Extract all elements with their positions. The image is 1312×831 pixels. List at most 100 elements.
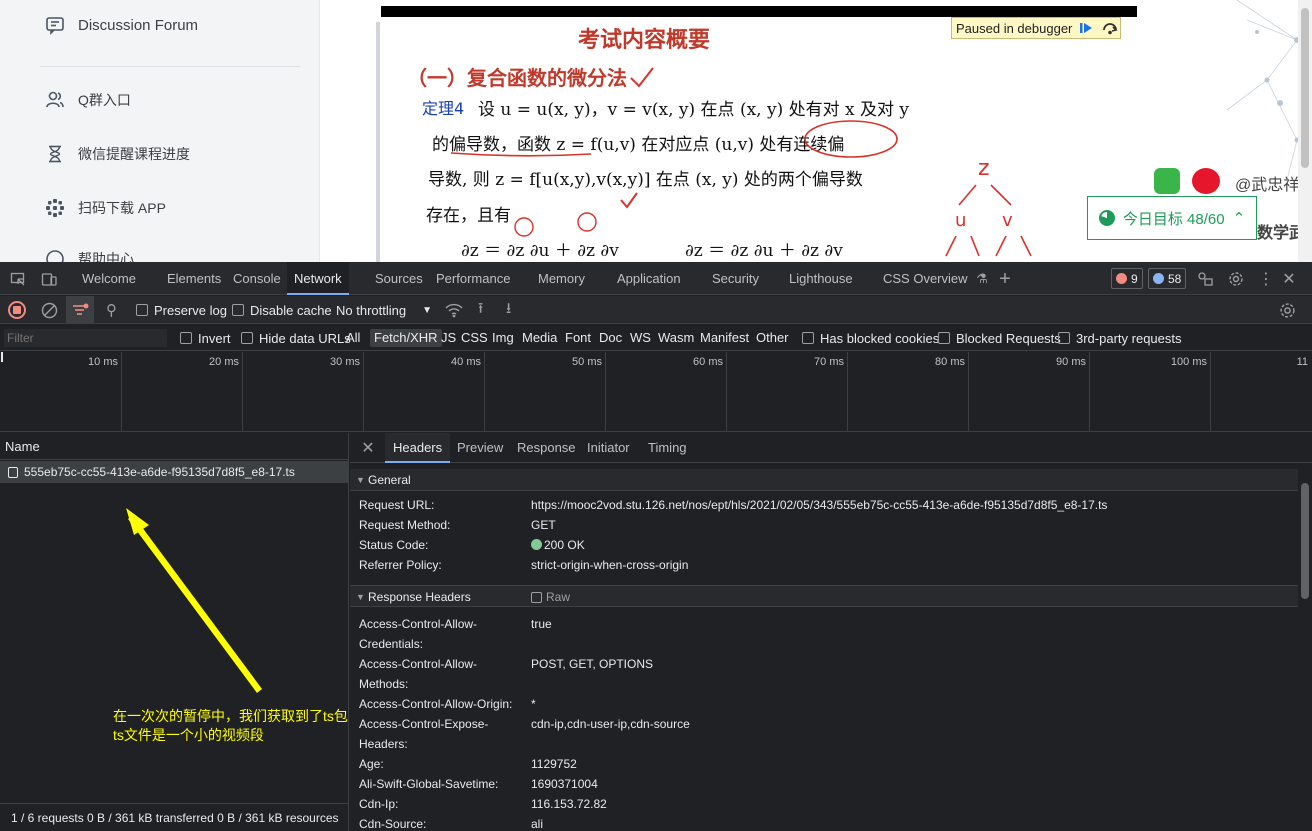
inspect-element-icon[interactable] bbox=[9, 270, 27, 288]
slide-scrollbar[interactable] bbox=[376, 22, 380, 262]
search-icon[interactable]: ⚲ bbox=[106, 296, 117, 324]
page-scrollbar[interactable] bbox=[1298, 0, 1312, 262]
settings-gear-icon[interactable] bbox=[1227, 270, 1245, 288]
scroll-thumb[interactable] bbox=[1301, 8, 1309, 168]
header-key: Access-Control-Allow- Credentials: bbox=[359, 614, 477, 654]
general-section-header[interactable]: ▼ General bbox=[350, 469, 1298, 491]
tab-response[interactable]: Response bbox=[509, 433, 584, 463]
tab-initiator[interactable]: Initiator bbox=[579, 433, 638, 463]
group-icon bbox=[44, 89, 66, 111]
tab-security[interactable]: Security bbox=[705, 262, 766, 295]
details-scrollbar[interactable] bbox=[1298, 471, 1312, 831]
sidebar-item-help[interactable]: 帮助中心 bbox=[44, 248, 134, 262]
tab-preview[interactable]: Preview bbox=[449, 433, 511, 463]
filter-type-doc[interactable]: Doc bbox=[595, 329, 626, 347]
raw-checkbox[interactable]: Raw bbox=[531, 586, 570, 608]
scroll-thumb[interactable] bbox=[1301, 483, 1309, 599]
tab-timing[interactable]: Timing bbox=[640, 433, 695, 463]
message-count-badge[interactable]: 58 bbox=[1148, 268, 1187, 289]
sidebar-item-discussion[interactable]: Discussion Forum bbox=[44, 14, 198, 36]
disable-cache-label: Disable cache bbox=[250, 302, 332, 318]
header-value: strict-origin-when-cross-origin bbox=[531, 558, 689, 572]
timeline-tick-label: 80 ms bbox=[935, 356, 965, 368]
blocked-requests-checkbox[interactable]: Blocked Requests bbox=[938, 325, 1061, 351]
checkbox-icon bbox=[232, 304, 244, 316]
checkbox-icon bbox=[241, 332, 253, 344]
clear-icon[interactable] bbox=[41, 296, 58, 324]
svg-text:u: u bbox=[955, 210, 966, 231]
step-over-icon[interactable] bbox=[1100, 18, 1120, 38]
close-devtools-icon[interactable]: ✕ bbox=[1280, 270, 1298, 288]
header-key: Request Method: bbox=[359, 518, 451, 532]
filter-type-all[interactable]: All bbox=[342, 329, 364, 347]
customize-icon[interactable] bbox=[1196, 270, 1214, 288]
header-key: Access-Control-Allow-Origin: bbox=[359, 697, 513, 711]
collapse-triangle-icon: ▼ bbox=[356, 592, 365, 602]
tab-headers[interactable]: Headers bbox=[385, 433, 451, 463]
sidebar-item-label: 扫码下载 APP bbox=[78, 200, 166, 216]
header-value: true bbox=[531, 617, 552, 631]
disable-cache-checkbox[interactable]: Disable cache bbox=[232, 296, 332, 324]
filter-type-wasm[interactable]: Wasm bbox=[654, 329, 698, 347]
tab-sources[interactable]: Sources bbox=[368, 262, 430, 295]
timeline-tick-label: 30 ms bbox=[330, 356, 360, 368]
network-conditions-icon[interactable] bbox=[445, 296, 463, 324]
network-timeline-overview[interactable]: 10 ms 20 ms 30 ms 40 ms 50 ms 60 ms 70 m… bbox=[0, 352, 1312, 432]
error-count: 9 bbox=[1131, 271, 1138, 286]
tab-memory[interactable]: Memory bbox=[531, 262, 592, 295]
tab-application[interactable]: Application bbox=[610, 262, 688, 295]
blocked-cookies-label: Has blocked cookies bbox=[820, 330, 940, 346]
course-sidebar: Discussion Forum Q群入口 微信提醒课程进度 扫码下载 APP bbox=[22, 0, 320, 262]
request-details: ✕ Headers Preview Response Initiator Tim… bbox=[350, 433, 1312, 831]
export-har-icon[interactable]: ⭳ bbox=[506, 296, 511, 324]
sidebar-item-wechat-reminder[interactable]: 微信提醒课程进度 bbox=[44, 143, 190, 165]
filter-toggle-icon[interactable] bbox=[66, 296, 94, 324]
error-count-badge[interactable]: 9 bbox=[1111, 268, 1143, 289]
header-key-line: Access-Control-Allow- bbox=[359, 657, 478, 671]
third-party-checkbox[interactable]: 3rd-party requests bbox=[1058, 325, 1182, 351]
preserve-log-checkbox[interactable]: Preserve log bbox=[136, 296, 227, 324]
filter-type-fetch-xhr[interactable]: Fetch/XHR bbox=[370, 329, 442, 347]
tab-welcome[interactable]: Welcome bbox=[75, 262, 143, 295]
response-headers-section-header[interactable]: ▼ Response Headers Raw bbox=[350, 585, 1298, 607]
sidebar-item-download-app[interactable]: 扫码下载 APP bbox=[44, 197, 166, 219]
filter-type-img[interactable]: Img bbox=[488, 329, 518, 347]
tab-performance[interactable]: Performance bbox=[429, 262, 517, 295]
svg-text:v: v bbox=[1002, 210, 1013, 231]
filter-type-ws[interactable]: WS bbox=[626, 329, 655, 347]
timeline-tick-label: 10 ms bbox=[88, 356, 118, 368]
network-settings-icon[interactable] bbox=[1279, 296, 1296, 324]
page-gap bbox=[320, 0, 378, 262]
svg-text:z: z bbox=[978, 156, 990, 181]
name-column-header[interactable]: Name bbox=[0, 433, 349, 460]
timeline-gridline bbox=[968, 352, 969, 432]
annotation-line-1: 在一次次的暂停中，我们获取到了ts包 bbox=[113, 708, 348, 724]
filter-type-css[interactable]: CSS bbox=[457, 329, 492, 347]
device-toolbar-icon[interactable] bbox=[40, 270, 58, 288]
more-tabs-icon[interactable]: + bbox=[996, 268, 1014, 290]
tab-elements[interactable]: Elements bbox=[160, 262, 228, 295]
filter-type-manifest[interactable]: Manifest bbox=[696, 329, 753, 347]
filter-input[interactable] bbox=[4, 329, 167, 347]
close-details-icon[interactable]: ✕ bbox=[358, 438, 378, 458]
table-row[interactable]: 555eb75c-cc55-413e-a6de-f95135d7d8f5_e8-… bbox=[0, 461, 349, 483]
app-icon bbox=[44, 197, 66, 219]
filter-type-other[interactable]: Other bbox=[752, 329, 793, 347]
filter-type-font[interactable]: Font bbox=[561, 329, 595, 347]
import-har-icon[interactable]: ⭱ bbox=[478, 296, 483, 324]
tab-lighthouse[interactable]: Lighthouse bbox=[782, 262, 860, 295]
sidebar-item-qq-group[interactable]: Q群入口 bbox=[44, 89, 131, 111]
daily-goal-button[interactable]: 今日目标 48/60 ⌃ bbox=[1087, 196, 1257, 240]
kebab-menu-icon[interactable]: ⋮ bbox=[1257, 270, 1275, 288]
invert-checkbox[interactable]: Invert bbox=[180, 325, 231, 351]
filter-type-media[interactable]: Media bbox=[518, 329, 561, 347]
record-icon[interactable] bbox=[8, 296, 26, 324]
blocked-cookies-checkbox[interactable]: Has blocked cookies bbox=[802, 325, 939, 351]
tab-css-overview[interactable]: CSS Overview ⚗ bbox=[876, 262, 995, 295]
hide-data-urls-checkbox[interactable]: Hide data URLs bbox=[241, 325, 351, 351]
header-key: Cdn-Ip: bbox=[359, 797, 399, 811]
tab-network[interactable]: Network bbox=[287, 262, 349, 295]
throttling-select[interactable]: No throttling ▼ bbox=[336, 296, 432, 324]
tab-console[interactable]: Console bbox=[226, 262, 288, 295]
resume-icon[interactable] bbox=[1076, 18, 1096, 38]
